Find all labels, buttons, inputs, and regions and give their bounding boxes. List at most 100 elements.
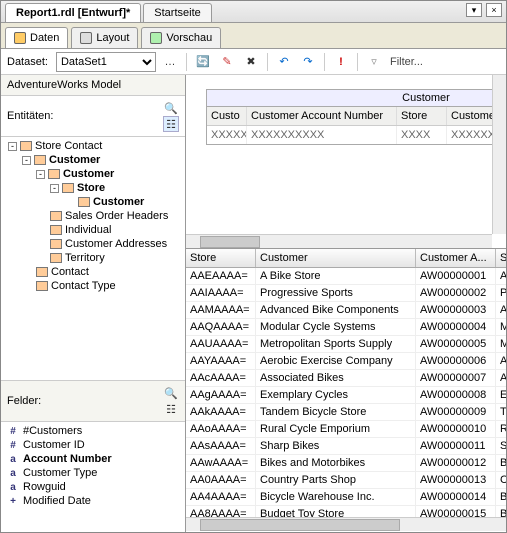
table-cell: Associated Bikes xyxy=(496,370,506,386)
expand-toggle[interactable]: - xyxy=(50,184,59,193)
designer-col[interactable]: Store xyxy=(397,107,447,125)
field-item[interactable]: aAccount Number xyxy=(7,452,179,466)
table-row[interactable]: AAgAAAA=Exemplary CyclesAW00000008Exempl… xyxy=(186,387,506,404)
table-cell: Advanced Bike .. xyxy=(496,302,506,318)
tree-label: Store xyxy=(77,182,105,194)
tree-node[interactable]: - Store xyxy=(5,181,183,195)
horizontal-scrollbar[interactable] xyxy=(186,234,492,248)
table-cell: AAgAAAA= xyxy=(186,387,256,403)
tree-node[interactable]: -Customer xyxy=(5,167,183,181)
results-grid[interactable]: StoreCustomerCustomer A...Store1 AAEAAAA… xyxy=(186,249,506,532)
tab-start[interactable]: Startseite xyxy=(143,3,211,22)
vertical-scrollbar[interactable] xyxy=(492,75,506,234)
table-row[interactable]: AAoAAAA=Rural Cycle EmporiumAW00000010Ru… xyxy=(186,421,506,438)
tab-data[interactable]: Daten xyxy=(5,27,68,48)
tree-node[interactable]: Customer xyxy=(5,195,183,209)
field-item[interactable]: aCustomer Type xyxy=(7,466,179,480)
expand-toggle[interactable]: - xyxy=(22,156,31,165)
tab-layout[interactable]: Layout xyxy=(71,27,138,48)
expand-toggle[interactable]: - xyxy=(8,142,17,151)
tree-node[interactable]: -Store Contact xyxy=(5,139,183,153)
edit-button[interactable]: ✎ xyxy=(217,52,237,72)
tree-node[interactable]: Contact xyxy=(5,265,183,279)
table-row[interactable]: AAcAAAA=Associated BikesAW00000007Associ… xyxy=(186,370,506,387)
table-row[interactable]: AAYAAAA=Aerobic Exercise CompanyAW000000… xyxy=(186,353,506,370)
table-row[interactable]: AA0AAAA=Country Parts ShopAW00000013Coun… xyxy=(186,472,506,489)
field-label: #Customers xyxy=(23,425,82,437)
column-header[interactable]: Store xyxy=(186,249,256,267)
run-button[interactable]: ! xyxy=(331,52,351,72)
table-row[interactable]: AAkAAAA=Tandem Bicycle StoreAW00000009Ta… xyxy=(186,404,506,421)
column-header[interactable]: Store1 xyxy=(496,249,506,267)
table-cell: AW00000014 xyxy=(416,489,496,505)
table-cell: Modular Cycle Systems xyxy=(256,319,416,335)
filter-icon[interactable]: ▿ xyxy=(364,52,384,72)
tree-node[interactable]: Individual xyxy=(5,223,183,237)
scroll-thumb[interactable] xyxy=(200,236,260,248)
separator xyxy=(324,53,325,71)
filter-label[interactable]: Filter... xyxy=(390,56,423,68)
table-row[interactable]: AAsAAAA=Sharp BikesAW00000011Sharp Bikes xyxy=(186,438,506,455)
tree-node[interactable]: Customer Addresses xyxy=(5,237,183,251)
tree-label: Customer xyxy=(49,154,100,166)
designer-col[interactable]: Customer Account Number xyxy=(247,107,397,125)
query-designer[interactable]: Customer CustoCustomer Account NumberSto… xyxy=(186,75,506,249)
document-tabbar: Report1.rdl [Entwurf]* Startseite ▾ × xyxy=(1,1,506,23)
table-row[interactable]: AAQAAAA=Modular Cycle SystemsAW00000004M… xyxy=(186,319,506,336)
redo-button[interactable]: ↷ xyxy=(298,52,318,72)
table-cell: AA8AAAA= xyxy=(186,506,256,517)
expand-toggle[interactable]: - xyxy=(36,170,45,179)
table-cell: AW00000004 xyxy=(416,319,496,335)
column-header[interactable]: Customer xyxy=(256,249,416,267)
table-cell: AAYAAAA= xyxy=(186,353,256,369)
preview-icon xyxy=(150,32,162,44)
designer-col[interactable]: Custo xyxy=(207,107,247,125)
table-row[interactable]: AA4AAAA=Bicycle Warehouse Inc.AW00000014… xyxy=(186,489,506,506)
field-item[interactable]: #Customer ID xyxy=(7,438,179,452)
properties-icon[interactable]: ☷ xyxy=(163,401,179,417)
tab-preview[interactable]: Vorschau xyxy=(141,27,221,48)
entity-tree[interactable]: -Store Contact-Customer-Customer-StoreCu… xyxy=(1,137,185,380)
table-cell: Progressive Sp.. xyxy=(496,285,506,301)
layout-icon xyxy=(80,32,92,44)
undo-button[interactable]: ↶ xyxy=(274,52,294,72)
field-item[interactable]: +Modified Date xyxy=(7,494,179,508)
refresh-button[interactable]: 🔄 xyxy=(193,52,213,72)
table-row[interactable]: AAwAAAA=Bikes and MotorbikesAW00000012Bi… xyxy=(186,455,506,472)
table-cell: AW00000013 xyxy=(416,472,496,488)
dataset-select[interactable]: DataSet1 xyxy=(56,52,156,72)
search-icon[interactable]: 🔍 xyxy=(163,100,179,116)
tree-node[interactable]: Sales Order Headers xyxy=(5,209,183,223)
field-label: Modified Date xyxy=(23,495,91,507)
table-row[interactable]: AAMAAAA=Advanced Bike ComponentsAW000000… xyxy=(186,302,506,319)
table-cell: Exemplary Cycles xyxy=(496,387,506,403)
properties-icon[interactable]: ☷ xyxy=(163,116,179,132)
dropdown-icon[interactable]: ▾ xyxy=(466,3,482,17)
tree-node[interactable]: - Customer xyxy=(5,153,183,167)
entity-icon xyxy=(62,183,74,193)
column-header[interactable]: Customer A... xyxy=(416,249,496,267)
tree-node[interactable]: Contact Type xyxy=(5,279,183,293)
results-body[interactable]: AAEAAAA=A Bike StoreAW00000001A Bike Sto… xyxy=(186,268,506,517)
close-icon[interactable]: × xyxy=(486,3,502,17)
table-cell: Budget Toy Store xyxy=(256,506,416,517)
horizontal-scrollbar[interactable] xyxy=(186,517,506,531)
table-row[interactable]: AAUAAAA=Metropolitan Sports SupplyAW0000… xyxy=(186,336,506,353)
table-row[interactable]: AAIAAAA=Progressive SportsAW00000002Prog… xyxy=(186,285,506,302)
field-item[interactable]: aRowguid xyxy=(7,480,179,494)
scroll-thumb[interactable] xyxy=(200,519,400,531)
search-icon[interactable]: 🔍 xyxy=(163,385,179,401)
results-header[interactable]: StoreCustomerCustomer A...Store1 xyxy=(186,249,506,268)
mode-tabbar: Daten Layout Vorschau xyxy=(1,23,506,49)
delete-button[interactable]: ✖ xyxy=(241,52,261,72)
right-panel: Customer CustoCustomer Account NumberSto… xyxy=(186,75,506,532)
table-cell: Country Parts Shop xyxy=(256,472,416,488)
table-row[interactable]: AA8AAAA=Budget Toy StoreAW00000015Budget… xyxy=(186,506,506,517)
fields-list[interactable]: ##Customers#Customer IDaAccount NumberaC… xyxy=(1,422,185,532)
tree-label: Individual xyxy=(65,224,111,236)
browse-button[interactable]: … xyxy=(160,52,180,72)
table-row[interactable]: AAEAAAA=A Bike StoreAW00000001A Bike Sto… xyxy=(186,268,506,285)
tab-report[interactable]: Report1.rdl [Entwurf]* xyxy=(5,3,141,22)
field-item[interactable]: ##Customers xyxy=(7,424,179,438)
tree-node[interactable]: Territory xyxy=(5,251,183,265)
